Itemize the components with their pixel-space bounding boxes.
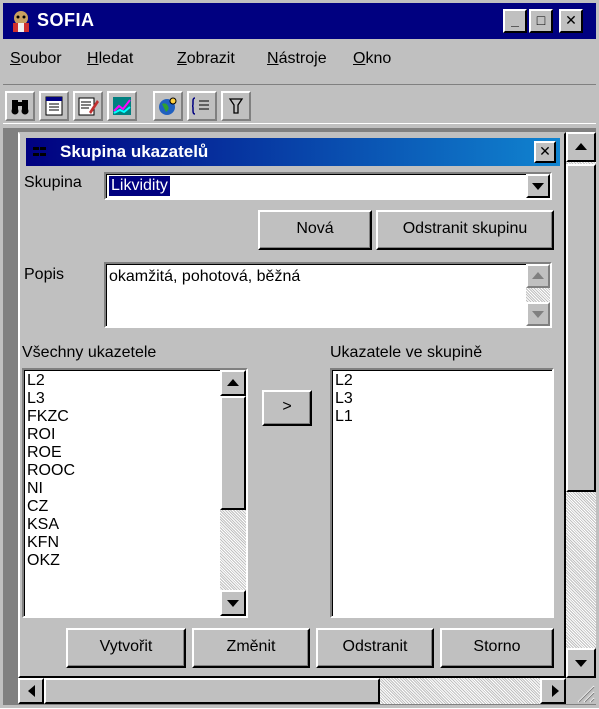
menu-bar: Soubor Hledat Zobrazit Nástroje Okno <box>3 42 596 78</box>
list-scroll-up[interactable] <box>220 370 246 396</box>
list-item[interactable]: L3 <box>335 390 353 408</box>
list-tool-button[interactable] <box>187 91 217 121</box>
group-indicators-label: Ukazatele ve skupině <box>330 344 483 361</box>
dialog-icon <box>33 147 46 156</box>
all-indicators-scrollbar[interactable] <box>220 370 246 616</box>
list-icon <box>191 97 209 115</box>
scroll-right-button[interactable] <box>540 678 566 704</box>
list-item[interactable]: KSA <box>27 516 75 534</box>
create-button[interactable]: Vytvořit <box>66 628 186 668</box>
resize-grip-icon <box>577 685 595 703</box>
list-item[interactable]: CZ <box>27 498 75 516</box>
table-tool-button[interactable] <box>39 91 69 121</box>
indicator-group-dialog: Skupina ukazatelů ✕ Skupina Likvidity No… <box>18 132 566 678</box>
binoculars-icon <box>11 100 29 115</box>
menu-okno[interactable]: Okno <box>353 50 391 68</box>
globe-icon <box>159 97 177 115</box>
horizontal-scrollbar[interactable] <box>18 678 566 704</box>
arrow-up-icon <box>575 143 587 150</box>
edit-tool-button[interactable] <box>73 91 103 121</box>
window-title: SOFIA <box>37 10 95 30</box>
menu-hledat[interactable]: Hledat <box>87 50 133 68</box>
group-indicators-list[interactable]: L2 L3 L1 <box>330 368 554 618</box>
description-scrollbar[interactable] <box>526 264 550 326</box>
arrow-down-icon <box>575 660 587 667</box>
description-text: okamžitá, pohotová, běžná <box>109 268 301 285</box>
all-indicators-label: Všechny ukazetele <box>22 344 157 361</box>
close-button[interactable]: ✕ <box>559 9 583 33</box>
help-tool-button[interactable] <box>221 91 251 121</box>
dialog-close-button[interactable]: ✕ <box>534 141 556 163</box>
scroll-left-button[interactable] <box>18 678 44 704</box>
scroll-up-button[interactable] <box>566 132 596 162</box>
chart-icon <box>113 97 131 115</box>
arrow-right-icon <box>552 685 559 697</box>
dialog-title-bar[interactable]: Skupina ukazatelů ✕ <box>26 138 560 166</box>
close-icon: ✕ <box>565 12 577 28</box>
arrow-left-icon <box>28 685 35 697</box>
cancel-button[interactable]: Storno <box>440 628 554 668</box>
group-selected-value: Likvidity <box>109 176 170 196</box>
title-bar[interactable]: SOFIA _ □ ✕ <box>3 3 596 39</box>
delete-button[interactable]: Odstranit <box>316 628 434 668</box>
list-item[interactable]: L1 <box>335 408 353 426</box>
arrow-up-icon <box>227 379 239 386</box>
new-group-button[interactable]: Nová <box>258 210 372 250</box>
list-item[interactable]: KFN <box>27 534 75 552</box>
list-item[interactable]: FKZC <box>27 408 75 426</box>
list-item[interactable]: NI <box>27 480 75 498</box>
change-button[interactable]: Změnit <box>192 628 310 668</box>
all-indicators-items: L2 L3 FKZC ROI ROE ROOC NI CZ KSA KFN OKZ <box>27 372 75 570</box>
close-icon: ✕ <box>539 143 551 159</box>
minimize-button[interactable]: _ <box>503 9 527 33</box>
list-item[interactable]: ROE <box>27 444 75 462</box>
vertical-scroll-thumb[interactable] <box>566 164 596 492</box>
menu-zobrazit[interactable]: Zobrazit <box>177 50 235 68</box>
vertical-scrollbar[interactable] <box>566 132 596 678</box>
description-scroll-up[interactable] <box>526 264 550 288</box>
list-item[interactable]: OKZ <box>27 552 75 570</box>
group-combobox[interactable]: Likvidity <box>104 172 552 200</box>
arrow-up-icon <box>532 272 544 279</box>
size-grip[interactable] <box>566 678 596 704</box>
table-icon <box>45 96 63 116</box>
description-scroll-down[interactable] <box>526 302 550 326</box>
description-textarea[interactable]: okamžitá, pohotová, běžná <box>104 262 552 328</box>
globe-tool-button[interactable] <box>153 91 183 121</box>
arrow-down-icon <box>532 311 544 318</box>
help-icon <box>228 98 244 114</box>
arrow-down-icon <box>227 600 239 607</box>
remove-group-button[interactable]: Odstranit skupinu <box>376 210 554 250</box>
list-item[interactable]: L2 <box>335 372 353 390</box>
scroll-down-button[interactable] <box>566 648 596 678</box>
list-scroll-down[interactable] <box>220 590 246 616</box>
list-item[interactable]: L3 <box>27 390 75 408</box>
sofia-app-icon <box>13 11 29 32</box>
list-scroll-thumb[interactable] <box>220 396 246 510</box>
list-item[interactable]: L2 <box>27 372 75 390</box>
all-indicators-list[interactable]: L2 L3 FKZC ROI ROE ROOC NI CZ KSA KFN OKZ <box>22 368 248 618</box>
menu-soubor[interactable]: Soubor <box>10 50 62 68</box>
description-label: Popis <box>24 266 65 283</box>
menu-nastroje[interactable]: Nástroje <box>267 50 327 68</box>
search-tool-button[interactable] <box>5 91 35 121</box>
group-indicators-items: L2 L3 L1 <box>335 372 353 426</box>
edit-icon <box>78 97 99 116</box>
maximize-icon: □ <box>536 12 546 28</box>
maximize-button[interactable]: □ <box>529 9 553 33</box>
app-window: SOFIA _ □ ✕ Soubor Hledat Zobrazit Nástr… <box>0 0 599 708</box>
group-label: Skupina <box>24 174 82 191</box>
chart-tool-button[interactable] <box>107 91 137 121</box>
list-item[interactable]: ROI <box>27 426 75 444</box>
dialog-title: Skupina ukazatelů <box>60 142 209 161</box>
minimize-icon: _ <box>511 12 519 28</box>
toolbar <box>3 84 596 124</box>
list-item[interactable]: ROOC <box>27 462 75 480</box>
add-indicator-button[interactable]: > <box>262 390 312 426</box>
horizontal-scroll-thumb[interactable] <box>44 678 380 704</box>
group-dropdown-button[interactable] <box>526 174 550 198</box>
chevron-down-icon <box>532 183 544 190</box>
